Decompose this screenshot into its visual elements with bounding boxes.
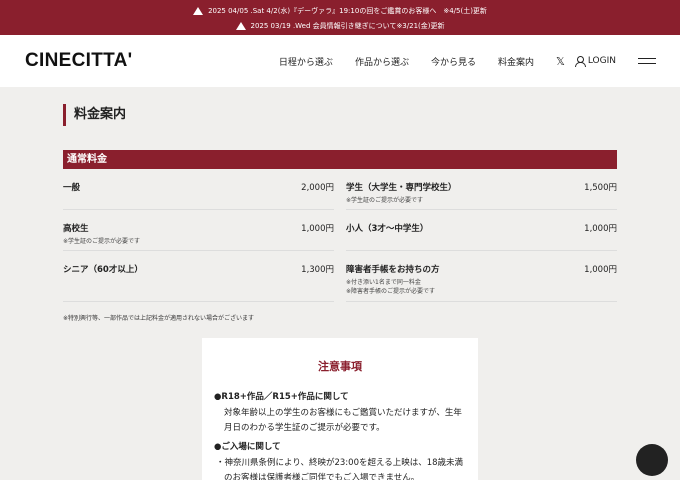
notice-text[interactable]: 2025 04/05 .Sat 4/2(水)『デーヴァラ』19:10の回をご鑑賞…	[208, 6, 487, 16]
notice-item[interactable]: 2025 03/19 .Wed 会員情報引き継ぎについて※3/21(金)更新	[0, 18, 680, 33]
price-note: ※付き添い1名まで同一料金	[346, 279, 421, 286]
warning-icon	[235, 21, 246, 30]
price-value: 1,000円	[584, 265, 617, 275]
price-value: 1,500円	[584, 183, 617, 193]
card-heading: ●R18+作品／R15+作品に関して	[214, 392, 349, 402]
logo[interactable]: CINECITTA'	[25, 50, 132, 72]
price-item: 障害者手帳をお持ちの方 1,000円 ※付き添い1名まで同一料金 ※障害者手帳の…	[346, 251, 617, 302]
notice-item[interactable]: 2025 04/05 .Sat 4/2(水)『デーヴァラ』19:10の回をご鑑賞…	[0, 3, 680, 18]
main-content: 料金案内 通常料金 一般 2,000円 学生（大学生・専門学校生） 1,500円…	[0, 87, 680, 322]
card-paragraph: 対象年齢以上の学生のお客様にもご鑑賞いただけますが、生年月日のわかる学生証のご提…	[224, 408, 462, 433]
nav-watch-now[interactable]: 今から見る	[431, 55, 476, 68]
card-title: 注意事項	[318, 360, 362, 373]
nav-by-movie[interactable]: 作品から選ぶ	[355, 55, 409, 68]
nav-pricing[interactable]: 料金案内	[498, 55, 534, 68]
price-value: 1,000円	[301, 224, 334, 234]
price-value: 1,000円	[584, 224, 617, 234]
price-item: シニア（60才以上） 1,300円	[63, 251, 334, 302]
nav-by-schedule[interactable]: 日程から選ぶ	[279, 55, 333, 68]
price-table: 一般 2,000円 学生（大学生・専門学校生） 1,500円 ※学生証のご提示が…	[63, 169, 617, 302]
card-list-item: ・神奈川県条例により、終映が23:00を超える上映は、18歳未満のお客様は保護者…	[216, 458, 464, 480]
login-label: LOGIN	[587, 56, 616, 66]
price-label: 一般	[63, 183, 81, 193]
section-heading: 通常料金	[63, 150, 617, 169]
warning-icon	[193, 6, 204, 15]
login-button[interactable]: LOGIN	[574, 55, 616, 67]
pricing-footnote: ※特別興行等、一部作品では上記料金が適用されない場合がございます	[63, 315, 255, 322]
hamburger-menu-icon[interactable]	[638, 58, 656, 64]
user-icon	[574, 55, 586, 67]
price-item: 小人（3才～中学生） 1,000円	[346, 210, 617, 251]
price-label: 小人（3才～中学生）	[346, 224, 429, 234]
price-label: 障害者手帳をお持ちの方	[346, 265, 440, 275]
price-note: ※学生証のご提示が必要です	[346, 197, 424, 204]
price-label: 高校生	[63, 224, 89, 234]
site-header: CINECITTA' 日程から選ぶ 作品から選ぶ 今から見る 料金案内 𝕏 LO…	[0, 35, 680, 87]
price-item: 学生（大学生・専門学校生） 1,500円 ※学生証のご提示が必要です	[346, 169, 617, 210]
price-note: ※学生証のご提示が必要です	[63, 238, 141, 245]
price-value: 2,000円	[301, 183, 334, 193]
page-top-button[interactable]	[636, 444, 668, 476]
page-title: 料金案内	[63, 104, 617, 126]
main-nav: 日程から選ぶ 作品から選ぶ 今から見る 料金案内 𝕏 LOGIN	[279, 55, 656, 68]
price-label: 学生（大学生・専門学校生）	[346, 183, 457, 193]
notice-text[interactable]: 2025 03/19 .Wed 会員情報引き継ぎについて※3/21(金)更新	[251, 21, 445, 31]
price-note: ※障害者手帳のご提示が必要です	[346, 288, 436, 295]
price-label: シニア（60才以上）	[63, 265, 143, 275]
notice-bar: 2025 04/05 .Sat 4/2(水)『デーヴァラ』19:10の回をご鑑賞…	[0, 0, 680, 35]
price-value: 1,300円	[301, 265, 334, 275]
x-social-icon[interactable]: 𝕏	[556, 55, 565, 68]
price-item: 高校生 1,000円 ※学生証のご提示が必要です	[63, 210, 334, 251]
price-item: 一般 2,000円	[63, 169, 334, 210]
card-heading: ●ご入場に関して	[214, 442, 281, 452]
notice-card: 注意事項 ●R18+作品／R15+作品に関して 対象年齢以上の学生のお客様にもご…	[202, 338, 478, 480]
